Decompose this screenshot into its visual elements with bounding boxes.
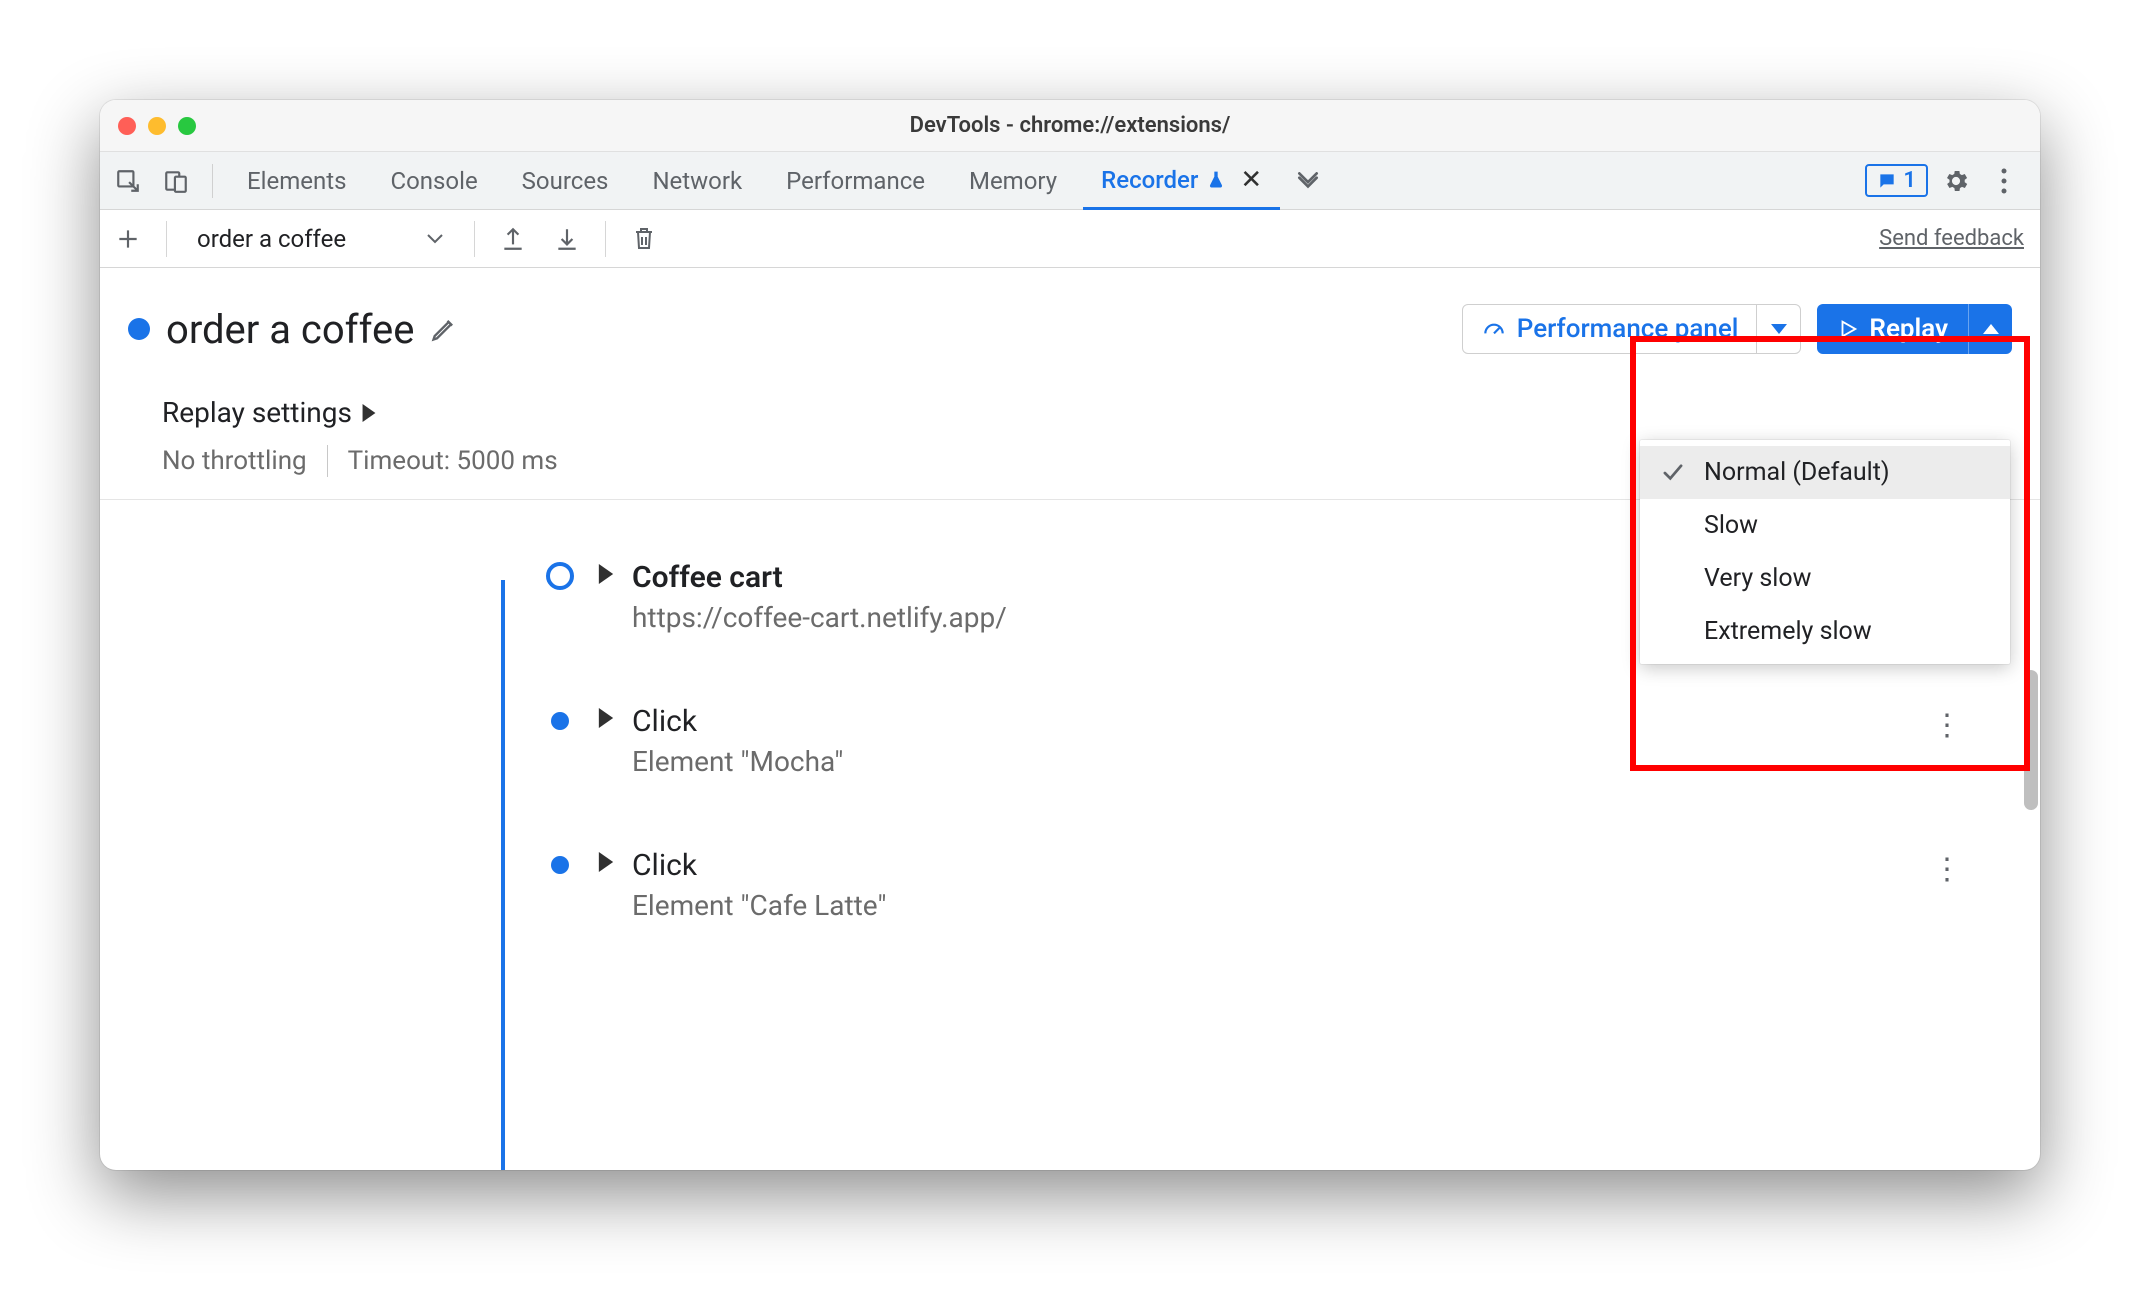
issues-count: 1 [1903,168,1916,193]
gauge-icon [1481,316,1507,342]
recording-select-label: order a coffee [197,225,346,253]
send-feedback-link[interactable]: Send feedback [1879,226,2024,251]
issues-button[interactable]: 1 [1865,164,1928,197]
throttling-value: No throttling [162,446,307,476]
close-window-button[interactable] [118,117,136,135]
step-name: Click [632,704,1906,739]
new-recording-button[interactable] [106,217,150,261]
step-row: Click Element "Mocha" ⋮ [420,704,1980,848]
speed-option-label: Slow [1704,511,1758,540]
device-toolbar-icon[interactable] [156,161,196,201]
flask-icon [1206,170,1226,190]
tab-console[interactable]: Console [372,152,495,209]
maximize-window-button[interactable] [178,117,196,135]
window-title: DevTools - chrome://extensions/ [100,113,2040,138]
play-icon [1837,318,1859,340]
speed-option-slow[interactable]: Slow [1640,499,2010,552]
performance-panel-label: Performance panel [1517,314,1739,344]
replay-speed-menu: Normal (Default) Slow Very slow Extremel… [1640,440,2010,664]
devtools-tabbar: Elements Console Sources Network Perform… [100,152,2040,210]
window-controls [118,117,196,135]
step-name: Click [632,848,1906,883]
replay-button[interactable]: Replay [1817,304,2012,354]
tab-memory[interactable]: Memory [951,152,1075,209]
performance-panel-main[interactable]: Performance panel [1463,305,1757,353]
tab-performance[interactable]: Performance [768,152,943,209]
speed-option-normal[interactable]: Normal (Default) [1640,446,2010,499]
divider [327,445,328,477]
recording-select[interactable]: order a coffee [183,217,458,261]
divider [212,164,213,198]
close-tab-icon[interactable]: ✕ [1240,165,1262,195]
speed-option-label: Normal (Default) [1704,458,1890,487]
speed-option-very-slow[interactable]: Very slow [1640,552,2010,605]
delete-button[interactable] [622,217,666,261]
minimize-window-button[interactable] [148,117,166,135]
settings-icon[interactable] [1936,161,1976,201]
tab-elements[interactable]: Elements [229,152,364,209]
chevron-right-icon [598,564,614,584]
speed-option-extremely-slow[interactable]: Extremely slow [1640,605,2010,658]
tab-sources[interactable]: Sources [504,152,627,209]
titlebar: DevTools - chrome://extensions/ [100,100,2040,152]
recorder-toolbar: order a coffee Send feedback [100,210,2040,268]
expand-step-button[interactable] [598,708,614,728]
export-button[interactable] [491,217,535,261]
step-detail: Element "Mocha" [632,745,1906,778]
tab-recorder[interactable]: Recorder ✕ [1083,153,1280,210]
step-detail: Element "Cafe Latte" [632,889,1906,922]
inspect-element-icon[interactable] [108,161,148,201]
speed-option-label: Very slow [1704,564,1811,593]
check-icon [1660,464,1686,482]
step-more-button[interactable]: ⋮ [1924,704,1970,747]
speed-option-label: Extremely slow [1704,617,1872,646]
separator [605,221,606,257]
performance-panel-caret[interactable] [1756,305,1800,353]
recording-status-dot [128,318,150,340]
replay-settings-label: Replay settings [162,396,352,429]
expand-step-button[interactable] [598,564,614,584]
performance-panel-button[interactable]: Performance panel [1462,304,1802,354]
expand-step-button[interactable] [598,852,614,872]
chevron-down-icon [426,233,444,245]
separator [474,221,475,257]
chevron-right-icon [598,708,614,728]
tab-recorder-label: Recorder [1101,166,1198,194]
import-button[interactable] [545,217,589,261]
edit-title-button[interactable] [430,315,458,343]
more-tabs-icon[interactable] [1288,161,1328,201]
replay-settings-toggle[interactable]: Replay settings [162,396,1978,429]
kebab-menu-icon[interactable] [1984,161,2024,201]
message-icon [1877,171,1897,191]
replay-main[interactable]: Replay [1817,304,1968,354]
step-more-button[interactable]: ⋮ [1924,848,1970,891]
chevron-right-icon [362,404,376,422]
separator [166,221,167,257]
step-row: Click Element "Cafe Latte" ⋮ [420,848,1980,992]
devtools-window: DevTools - chrome://extensions/ Elements… [100,100,2040,1170]
step-start-marker [546,562,574,590]
replay-caret[interactable] [1968,304,2012,354]
tab-network[interactable]: Network [634,152,760,209]
step-marker [551,712,569,730]
scrollbar-thumb[interactable] [2024,670,2038,810]
replay-label: Replay [1869,314,1948,344]
recording-title: order a coffee [166,306,414,353]
chevron-right-icon [598,852,614,872]
timeout-value: Timeout: 5000 ms [348,446,558,476]
step-marker [551,856,569,874]
recording-header: order a coffee Performance panel [100,268,2040,374]
